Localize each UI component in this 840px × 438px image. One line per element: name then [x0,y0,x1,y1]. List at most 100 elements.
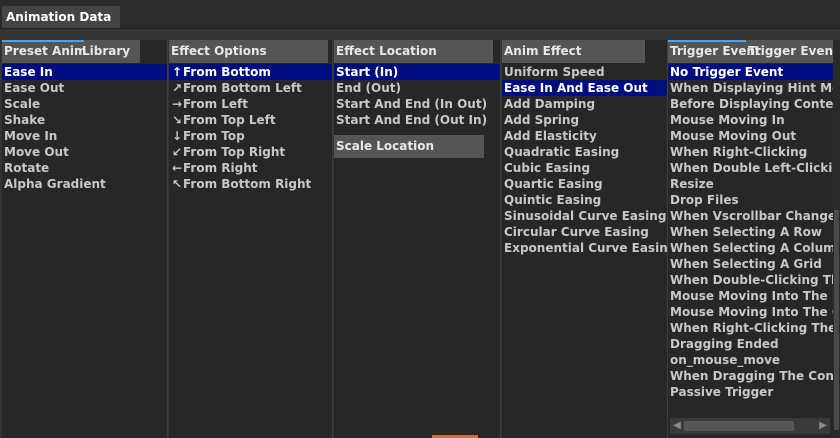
effect-options-header: Effect Options [169,40,328,63]
trigger-event-header-overflow: Trigger Event [748,44,833,58]
tab-animation-data[interactable]: Animation Data [2,6,120,28]
arrow-up-left-icon: ↖ [171,177,183,191]
preset-anim-item[interactable]: Ease Out [2,80,167,96]
arrow-up-right-icon: ↗ [171,81,183,95]
effect-location-item[interactable]: Start (In) [334,64,500,80]
preset-anim-header: Preset Anim Library [2,40,140,63]
preset-anim-item[interactable]: Shake [2,112,167,128]
trigger-event-header: Trigger Event Trigger Event [668,40,833,63]
preset-anim-header-label: Preset Anim [4,44,87,58]
effect-option-item[interactable]: ↓From Top [169,128,332,144]
trigger-event-item[interactable]: When Vscrollbar Changes [668,208,833,224]
preset-anim-item[interactable]: Move Out [2,144,167,160]
trigger-event-item[interactable]: Drop Files [668,192,833,208]
anim-effect-item[interactable]: Quadratic Easing [502,144,667,160]
anim-effect-item[interactable]: Cubic Easing [502,160,667,176]
trigger-event-item[interactable]: When Right-Clicking [668,144,833,160]
anim-effect-item[interactable]: Sinusoidal Curve Easing [502,208,667,224]
anim-effect-header-label: Anim Effect [504,44,582,58]
trigger-event-item[interactable]: No Trigger Event [668,64,833,80]
trigger-event-item[interactable]: When Selecting A Grid [668,256,833,272]
scrollbar-thumb[interactable] [684,421,794,431]
anim-effect-item[interactable]: Add Spring [502,112,667,128]
scrollbar-thumb[interactable] [834,210,839,430]
list-item-label: From Top [183,129,245,143]
effect-option-item[interactable]: →From Left [169,96,332,112]
anim-effect-item[interactable]: Add Damping [502,96,667,112]
trigger-event-item[interactable]: When Selecting A Row [668,224,833,240]
trigger-event-item[interactable]: Mouse Moving In [668,112,833,128]
preset-anim-panel: Preset Anim Library Ease In Ease Out Scale… [2,40,167,438]
anim-effect-item[interactable]: Quintic Easing [502,192,667,208]
list-item-label: From Top Right [183,145,286,159]
scale-location-header: Scale Location [334,135,484,158]
effect-options-panel: Effect Options ↑From Bottom ↗From Bottom … [169,40,332,438]
trigger-event-item[interactable]: Dragging Ended [668,336,833,352]
anim-effect-item[interactable]: Add Elasticity [502,128,667,144]
trigger-event-item[interactable]: Before Displaying Context M [668,96,833,112]
preset-anim-item[interactable]: Move In [2,128,167,144]
trigger-event-item[interactable]: When Double Left-Clicking [668,160,833,176]
anim-effect-item[interactable]: Quartic Easing [502,176,667,192]
trigger-event-item[interactable]: When Right-Clicking The Gri [668,320,833,336]
horizontal-scrollbar[interactable]: ◀ ▶ [670,418,830,434]
preset-anim-list: Ease In Ease Out Scale Shake Move In Move Out… [2,64,167,192]
trigger-event-item[interactable]: Mouse Moving Into The Colu [668,304,833,320]
anim-effect-header: Anim Effect [502,40,645,63]
preset-anim-item[interactable]: Ease In [2,64,167,80]
effect-location-list: Start (In) End (Out) Start And End (In Out… [334,64,500,128]
arrow-up-icon: ↑ [171,65,183,79]
list-item-label: From Bottom Left [183,81,302,95]
preset-anim-item[interactable]: Alpha Gradient [2,176,167,192]
effect-option-item[interactable]: ↙From Top Right [169,144,332,160]
trigger-event-item[interactable]: When Selecting A Column [668,240,833,256]
trigger-event-item[interactable]: When Double-Clicking The G [668,272,833,288]
trigger-event-item[interactable]: on_mouse_move [668,352,833,368]
effect-option-item[interactable]: ←From Right [169,160,332,176]
effect-location-panel: Effect Location Start (In) End (Out) Start… [334,40,500,438]
arrow-right-icon: → [171,97,183,111]
trigger-event-item[interactable]: Passive Trigger [668,384,833,400]
trigger-event-item[interactable]: Resize [668,176,833,192]
preset-anim-item[interactable]: Scale [2,96,167,112]
list-item-label: From Right [183,161,258,175]
effect-option-item[interactable]: ↗From Bottom Left [169,80,332,96]
effect-options-header-label: Effect Options [171,44,267,58]
anim-effect-list: Uniform Speed Ease In And Ease Out Add Dam… [502,64,667,256]
arrow-down-icon: ↓ [171,129,183,143]
trigger-event-item[interactable]: Mouse Moving Into The Row [668,288,833,304]
effect-location-header-label: Effect Location [336,44,437,58]
anim-effect-item[interactable]: Ease In And Ease Out [502,80,667,96]
effect-option-item[interactable]: ↘From Top Left [169,112,332,128]
effect-option-item[interactable]: ↖From Bottom Right [169,176,332,192]
vertical-scrollbar[interactable] [833,40,840,438]
effect-location-item[interactable]: End (Out) [334,80,500,96]
list-item-label: From Bottom Right [183,177,312,191]
effect-options-list: ↑From Bottom ↗From Bottom Left →From Left ↘… [169,64,332,192]
anim-effect-item[interactable]: Uniform Speed [502,64,667,80]
effect-location-item[interactable]: Start And End (In Out) [334,96,500,112]
arrow-down-right-icon: ↘ [171,113,183,127]
scroll-right-icon[interactable]: ▶ [816,418,830,434]
list-item-label: From Left [183,97,249,111]
preset-anim-item[interactable]: Rotate [2,160,167,176]
column-divider[interactable] [332,40,333,438]
trigger-event-item[interactable]: When Displaying Hint Messa [668,80,833,96]
effect-location-item[interactable]: Start And End (Out In) [334,112,500,128]
preset-anim-header-overflow: Library [82,44,131,58]
trigger-event-item[interactable]: When Dragging The Control [668,368,833,384]
arrow-left-icon: ← [171,161,183,175]
trigger-event-panel: Trigger Event Trigger Event No Trigger E… [668,40,833,438]
arrow-down-left-icon: ↙ [171,145,183,159]
trigger-event-list: No Trigger EventWhen Displaying Hint Mes… [668,64,833,400]
scroll-left-icon[interactable]: ◀ [670,418,684,434]
anim-effect-panel: Anim Effect Uniform Speed Ease In And Eas… [502,40,667,438]
anim-effect-item[interactable]: Exponential Curve Easing [502,240,667,256]
column-divider[interactable] [167,40,168,438]
column-divider[interactable] [500,40,501,438]
anim-effect-item[interactable]: Circular Curve Easing [502,224,667,240]
effect-location-header: Effect Location [334,40,493,63]
list-item-label: From Bottom [183,65,271,79]
effect-option-item[interactable]: ↑From Bottom [169,64,332,80]
trigger-event-item[interactable]: Mouse Moving Out [668,128,833,144]
